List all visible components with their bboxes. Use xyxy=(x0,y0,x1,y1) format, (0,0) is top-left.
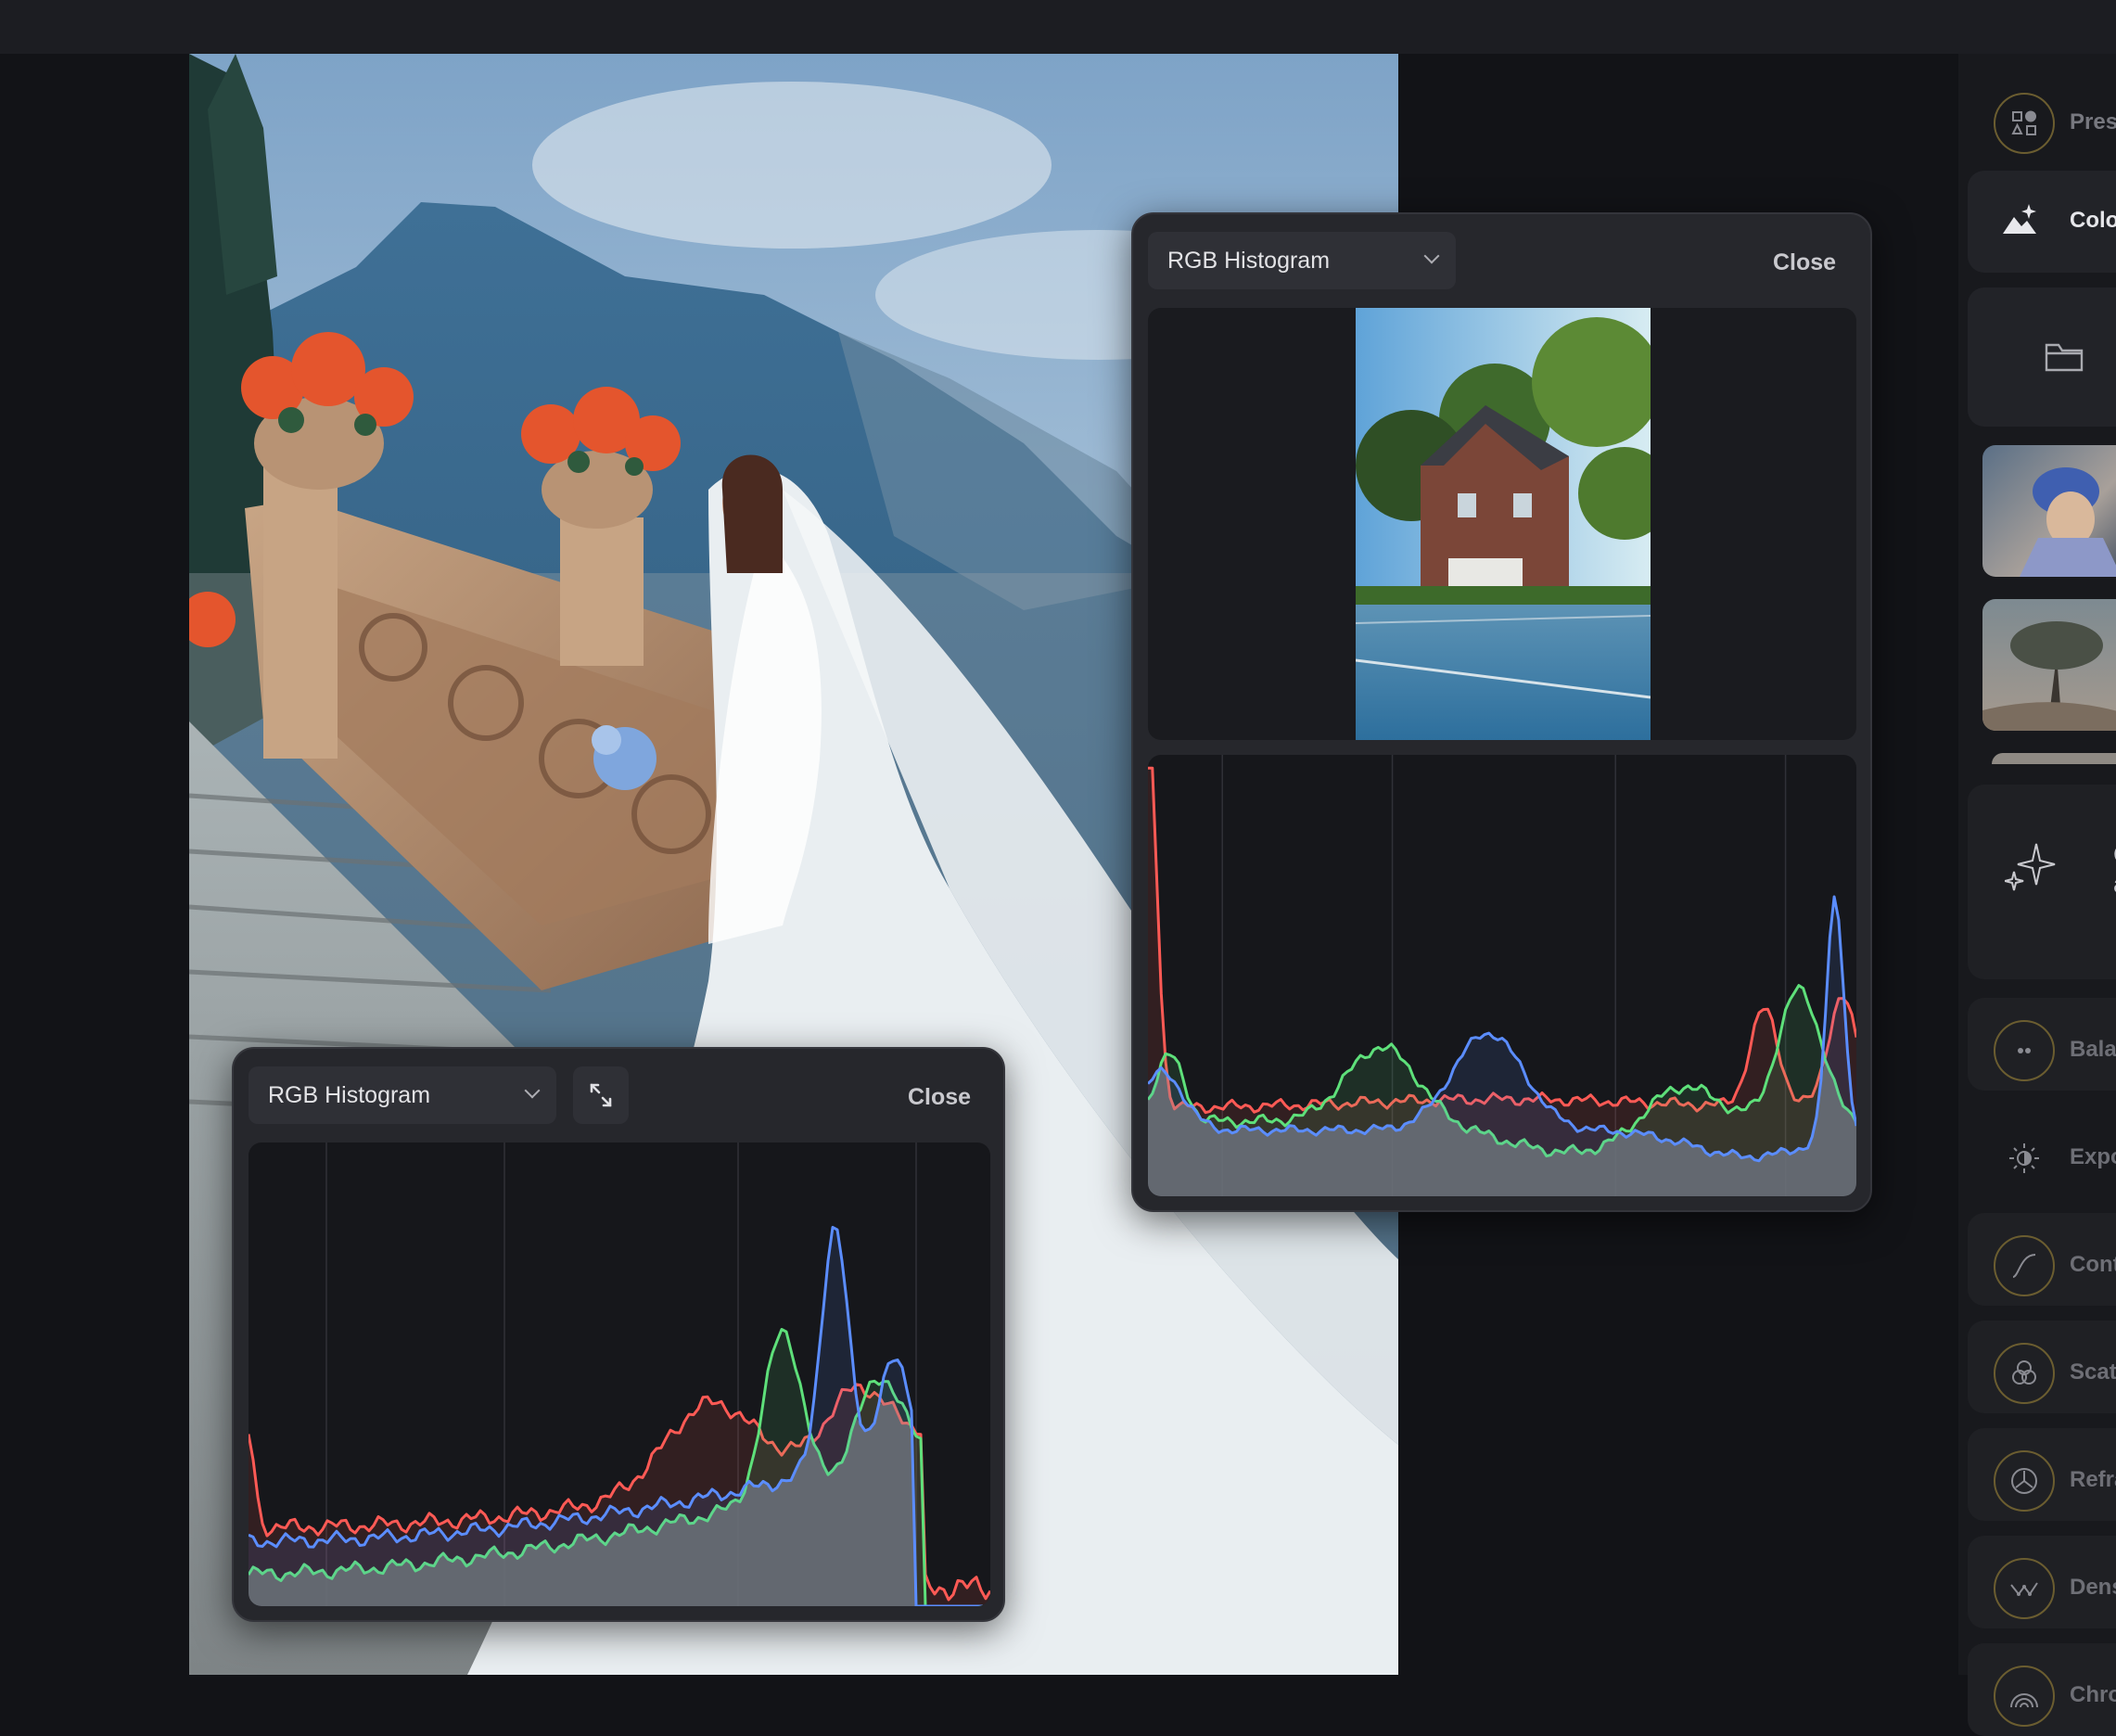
preset-thumbnail[interactable] xyxy=(1982,599,2116,731)
preset-thumbnail-partial xyxy=(1992,753,2116,764)
portrait-thumbnail xyxy=(2020,467,2116,577)
sidebar-item-density[interactable]: Dens xyxy=(1968,1536,2116,1628)
rgb-histogram-chart xyxy=(249,1142,990,1606)
preset-thumbnail[interactable] xyxy=(1982,445,2116,577)
chevron-down-icon xyxy=(524,1082,541,1099)
sidebar-item-label: Refra xyxy=(2070,1467,2116,1492)
sidebar-item-chroma[interactable]: Chro xyxy=(1968,1643,2116,1736)
sidebar-item-scatter[interactable]: Scatt xyxy=(1968,1321,2116,1413)
histogram-mode-dropdown[interactable]: RGB Histogram xyxy=(1148,232,1456,289)
top-bar xyxy=(0,0,2116,54)
house-thumbnail xyxy=(1356,308,1651,740)
histogram-panel-right: RGB Histogram Close xyxy=(1131,212,1872,1212)
contrast-curve-icon xyxy=(1994,1235,2055,1296)
sidebar-item-label: Color xyxy=(2070,208,2116,233)
sidebar-item-label: Dens xyxy=(2070,1575,2116,1600)
ai-assist-button[interactable]: C a xyxy=(1968,785,2116,979)
color-sparkle-icon xyxy=(2001,200,2042,242)
sidebar-item-presets[interactable]: Prese xyxy=(1968,70,2116,163)
sidebar-item-label: Prese xyxy=(2070,109,2116,134)
close-button[interactable]: Close xyxy=(1773,249,1836,276)
sidebar-item-contrast[interactable]: Cont xyxy=(1968,1213,2116,1306)
sidebar-item-label: Expo xyxy=(2070,1144,2116,1169)
close-button[interactable]: Close xyxy=(908,1084,971,1111)
exposure-icon xyxy=(1994,1128,2055,1189)
sidebar-item-exposure[interactable]: Expo xyxy=(1968,1105,2116,1198)
histogram-panel-left: RGB Histogram Close xyxy=(232,1047,1005,1622)
sidebar-item-label: Scatt xyxy=(2070,1359,2116,1385)
sidebar-item-label: Balar xyxy=(2070,1037,2116,1062)
presets-icon xyxy=(1994,93,2055,154)
histogram-mode-dropdown[interactable]: RGB Histogram xyxy=(249,1066,556,1124)
chevron-down-icon xyxy=(1423,248,1440,264)
open-folder-button[interactable] xyxy=(1968,287,2116,427)
sidebar-item-label: Chro xyxy=(2070,1682,2116,1707)
scatter-icon xyxy=(1994,1343,2055,1404)
expand-icon xyxy=(590,1083,612,1107)
adjustments-sidebar: Prese Color C a Balar Expo Cont xyxy=(1958,54,2116,1736)
sparkle-icon xyxy=(2004,840,2057,897)
folder-icon xyxy=(2044,339,2084,379)
balance-icon xyxy=(1994,1020,2055,1081)
blue-channel-curve-fill xyxy=(249,1227,990,1606)
image-preview xyxy=(1148,308,1856,740)
landscape-thumbnail xyxy=(1982,621,2116,731)
sidebar-item-refraction[interactable]: Refra xyxy=(1968,1428,2116,1521)
sidebar-item-balance[interactable]: Balar xyxy=(1968,998,2116,1091)
histogram-mode-label: RGB Histogram xyxy=(1167,247,1331,274)
expand-button[interactable] xyxy=(573,1066,629,1124)
histogram-mode-label: RGB Histogram xyxy=(268,1081,431,1108)
rgb-histogram-chart xyxy=(1148,755,1856,1196)
density-icon xyxy=(1994,1558,2055,1619)
refraction-icon xyxy=(1994,1450,2055,1512)
sidebar-item-label: Cont xyxy=(2070,1252,2116,1277)
sidebar-item-color[interactable]: Color xyxy=(1968,171,2116,273)
